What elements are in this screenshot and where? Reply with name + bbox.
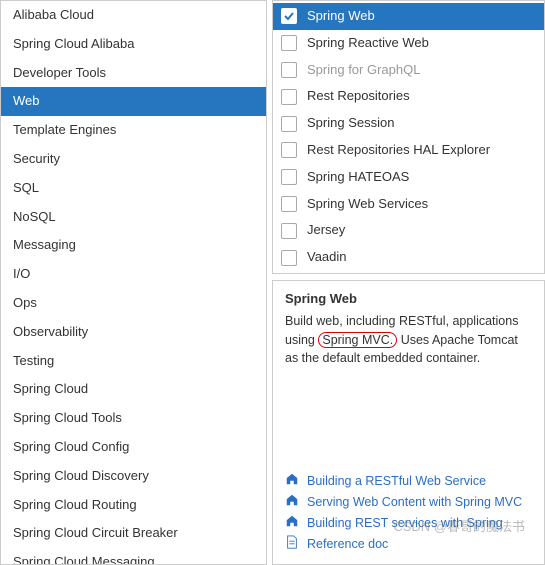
category-item[interactable]: Spring Cloud Messaging: [1, 548, 266, 565]
checkbox-icon[interactable]: [281, 116, 297, 132]
dependency-list[interactable]: Spring Web Spring Reactive Web Spring for …: [272, 0, 545, 274]
dependency-label: Rest Repositories HAL Explorer: [307, 140, 490, 161]
category-item[interactable]: Spring Cloud: [1, 375, 266, 404]
checkbox-icon[interactable]: [281, 35, 297, 51]
checkbox-icon[interactable]: [281, 8, 297, 24]
reference-link[interactable]: Serving Web Content with Spring MVC: [285, 491, 532, 512]
link-label: Reference doc: [307, 537, 388, 551]
home-icon: [285, 514, 307, 531]
detail-title: Spring Web: [285, 291, 532, 306]
dependency-label: Spring Session: [307, 113, 394, 134]
checkbox-icon[interactable]: [281, 169, 297, 185]
checkbox-icon[interactable]: [281, 223, 297, 239]
checkbox-icon[interactable]: [281, 62, 297, 78]
category-item[interactable]: SQL: [1, 174, 266, 203]
dependency-item[interactable]: Rest Repositories: [273, 83, 544, 110]
doc-icon: [285, 535, 307, 552]
checkbox-icon[interactable]: [281, 196, 297, 212]
category-item[interactable]: Alibaba Cloud: [1, 1, 266, 30]
checkbox-icon[interactable]: [281, 250, 297, 266]
dependency-label: Spring Reactive Web: [307, 33, 429, 54]
dependency-label: Spring Web: [307, 6, 375, 27]
category-item[interactable]: Spring Cloud Tools: [1, 404, 266, 433]
dependency-item[interactable]: Spring Web: [273, 3, 544, 30]
reference-links: Building a RESTful Web Service Serving We…: [285, 470, 532, 554]
highlight-spring-mvc: Spring MVC.: [318, 332, 397, 348]
checkbox-icon[interactable]: [281, 89, 297, 105]
checkbox-icon[interactable]: [281, 142, 297, 158]
category-item[interactable]: Security: [1, 145, 266, 174]
category-item[interactable]: Testing: [1, 347, 266, 376]
category-item[interactable]: I/O: [1, 260, 266, 289]
dependency-item[interactable]: Spring HATEOAS: [273, 164, 544, 191]
dependency-item[interactable]: Spring Reactive Web: [273, 30, 544, 57]
category-item[interactable]: NoSQL: [1, 203, 266, 232]
reference-link[interactable]: Building REST services with Spring: [285, 512, 532, 533]
category-item[interactable]: Ops: [1, 289, 266, 318]
dependency-item[interactable]: Spring Session: [273, 110, 544, 137]
category-item[interactable]: Spring Cloud Alibaba: [1, 30, 266, 59]
detail-panel: Spring Web Build web, including RESTful,…: [272, 280, 545, 565]
category-item[interactable]: Developer Tools: [1, 59, 266, 88]
dependency-label: Spring for GraphQL: [307, 60, 420, 81]
dependency-label: Rest Repositories: [307, 86, 410, 107]
home-icon: [285, 493, 307, 510]
category-item[interactable]: Spring Cloud Discovery: [1, 462, 266, 491]
link-label: Building REST services with Spring: [307, 516, 503, 530]
link-label: Serving Web Content with Spring MVC: [307, 495, 522, 509]
dependency-item[interactable]: Rest Repositories HAL Explorer: [273, 137, 544, 164]
category-item[interactable]: Messaging: [1, 231, 266, 260]
dependency-item[interactable]: Spring Web Services: [273, 191, 544, 218]
dependency-item[interactable]: Vaadin: [273, 244, 544, 271]
dependency-label: Jersey: [307, 220, 345, 241]
category-list[interactable]: Alibaba CloudSpring Cloud AlibabaDevelop…: [0, 0, 267, 565]
right-panel: Spring Web Spring Reactive Web Spring for …: [272, 0, 545, 565]
dependency-label: Vaadin: [307, 247, 347, 268]
reference-link[interactable]: Reference doc: [285, 533, 532, 554]
category-item[interactable]: Spring Cloud Config: [1, 433, 266, 462]
dependency-item[interactable]: Jersey: [273, 217, 544, 244]
dependency-label: Spring HATEOAS: [307, 167, 409, 188]
link-label: Building a RESTful Web Service: [307, 474, 486, 488]
dependency-label: Spring Web Services: [307, 194, 428, 215]
category-item[interactable]: Template Engines: [1, 116, 266, 145]
category-item[interactable]: Spring Cloud Circuit Breaker: [1, 519, 266, 548]
category-item[interactable]: Spring Cloud Routing: [1, 491, 266, 520]
reference-link[interactable]: Building a RESTful Web Service: [285, 470, 532, 491]
category-item[interactable]: Web: [1, 87, 266, 116]
detail-description: Build web, including RESTful, applicatio…: [285, 312, 532, 368]
home-icon: [285, 472, 307, 489]
category-item[interactable]: Observability: [1, 318, 266, 347]
dependency-item[interactable]: Spring for GraphQL: [273, 57, 544, 84]
